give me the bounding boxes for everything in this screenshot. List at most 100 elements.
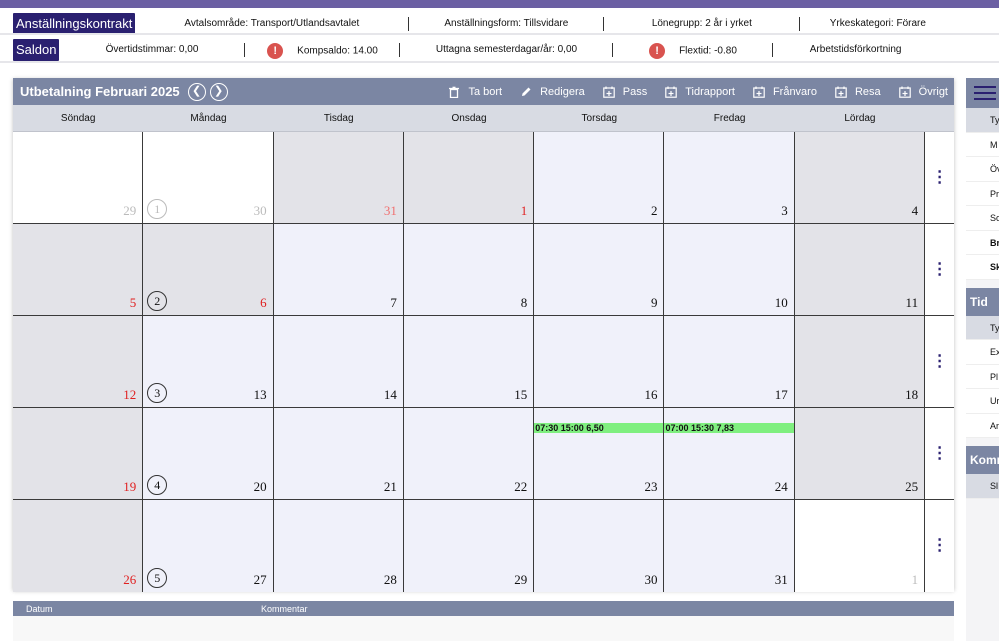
list-item[interactable]: Br — [966, 230, 999, 255]
day-number: 3 — [781, 203, 788, 218]
calendar-day-cell[interactable]: 14 — [273, 316, 404, 407]
calendar-day-cell[interactable]: 4 — [794, 132, 926, 223]
calendar-day-cell[interactable]: 30 — [534, 500, 665, 592]
calendar-day-cell[interactable]: 18 — [794, 316, 926, 407]
weekday-label: Torsdag — [581, 113, 618, 124]
calendar-plus-icon — [835, 86, 847, 98]
calendar-day-cell[interactable]: 21 — [273, 408, 404, 499]
balance-title[interactable]: Saldon — [13, 39, 60, 61]
day-number: 27 — [253, 572, 267, 587]
calendar-day-cell[interactable]: 29 — [13, 132, 144, 223]
weekday-label: Lördag — [844, 113, 876, 124]
add-absence-button[interactable]: Frånvaro — [753, 86, 817, 98]
warning-icon[interactable]: ! — [267, 43, 284, 59]
calendar-day-cell[interactable]: 07:30 15:00 6,50 23 — [534, 408, 665, 499]
time-list: Ty Ex Pl Ur Ar — [966, 315, 999, 438]
calendar-day-cell[interactable]: 1 — [403, 132, 535, 223]
more-vertical-icon[interactable]: ⋮ — [932, 353, 948, 370]
calendar-day-cell[interactable]: 16 — [534, 316, 665, 407]
day-number: 19 — [123, 479, 137, 494]
calendar-day-cell[interactable]: 7 — [273, 224, 404, 315]
list-item[interactable]: Öv — [966, 157, 999, 182]
add-other-button[interactable]: Övrigt — [898, 86, 948, 98]
list-item[interactable]: Pr — [966, 181, 999, 206]
calendar-day-cell[interactable]: 12 — [13, 316, 144, 407]
calendar-day-cell[interactable]: 19 — [13, 408, 144, 499]
week-row-menu-cell: ⋮ — [925, 224, 955, 315]
day-number: 16 — [644, 387, 658, 402]
day-number: 4 — [911, 203, 919, 218]
calendar-day-cell[interactable]: 4 20 — [143, 408, 274, 499]
calendar-day-cell[interactable]: 11 — [794, 224, 926, 315]
column-date[interactable]: Datum — [26, 604, 53, 614]
warning-icon[interactable]: ! — [649, 43, 666, 59]
calendar-day-cell[interactable]: 25 — [794, 408, 926, 499]
list-item[interactable]: Ar — [966, 413, 999, 438]
calendar-day-cell[interactable]: 15 — [403, 316, 535, 407]
contract-title[interactable]: Anställningskontrakt — [13, 13, 136, 35]
list-item[interactable]: Pl — [966, 364, 999, 389]
calendar-panel: Utbetalning Februari 2025 ❮ ❯ Ta bort Re… — [13, 78, 955, 592]
week-row-menu-cell: ⋮ — [925, 500, 955, 592]
more-vertical-icon[interactable]: ⋮ — [932, 169, 948, 186]
add-timereport-label: Tidrapport — [685, 85, 735, 98]
day-number: 25 — [905, 479, 919, 494]
calendar-day-cell[interactable]: 31 — [664, 500, 795, 592]
calendar-day-cell[interactable]: 10 — [664, 224, 795, 315]
weekday-header: Söndag Måndag Tisdag Onsdag Torsdag Fred… — [13, 105, 954, 132]
list-item[interactable]: Ur — [966, 389, 999, 414]
calendar-day-cell[interactable]: 29 — [403, 500, 535, 592]
chevron-right-icon[interactable]: ❯ — [209, 82, 228, 101]
week-row-menu-cell: ⋮ — [925, 408, 955, 499]
calendar-day-cell[interactable]: 07:00 15:30 7,83 24 — [664, 408, 795, 499]
chevron-left-icon[interactable]: ❮ — [187, 82, 206, 101]
calendar-day-cell[interactable]: 8 — [403, 224, 535, 315]
calendar-day-cell[interactable]: 5 27 — [143, 500, 274, 592]
calendar-day-cell[interactable]: 1 — [794, 500, 926, 592]
calendar-day-cell[interactable]: 22 — [403, 408, 535, 499]
add-absence-label: Frånvaro — [772, 85, 817, 98]
calendar-week-row: 12 3 13 14 15 16 17 18 ⋮ — [13, 316, 955, 408]
more-vertical-icon[interactable]: ⋮ — [932, 538, 948, 554]
shift-entry[interactable]: 07:30 15:00 6,50 — [534, 423, 664, 433]
calendar-day-cell[interactable]: 5 — [13, 224, 144, 315]
calendar-day-cell[interactable]: 9 — [534, 224, 665, 315]
week-number-badge: 1 — [147, 199, 168, 219]
add-trip-button[interactable]: Resa — [835, 86, 881, 98]
list-item[interactable]: M — [966, 132, 999, 157]
comment-table: Datum Kommentar — [13, 601, 954, 641]
edit-button[interactable]: Redigera — [520, 86, 585, 98]
calendar-day-cell[interactable]: 26 — [143, 224, 274, 315]
day-number: 21 — [383, 479, 397, 494]
menu-button[interactable] — [966, 78, 999, 108]
calendar-day-cell[interactable]: 17 — [664, 316, 795, 407]
day-number: 30 — [253, 203, 267, 218]
more-vertical-icon[interactable]: ⋮ — [932, 445, 948, 462]
day-number: 10 — [774, 295, 788, 310]
column-comment[interactable]: Kommentar — [261, 604, 308, 614]
list-item[interactable]: Ex — [966, 340, 999, 365]
day-number: 14 — [383, 387, 397, 402]
calendar-day-cell[interactable]: 2 — [534, 132, 665, 223]
list-item[interactable]: Sk — [966, 255, 999, 280]
week-number-badge: 2 — [147, 291, 168, 311]
calendar-plus-icon — [898, 86, 911, 98]
calendar-day-cell[interactable]: 31 — [273, 132, 404, 223]
day-number: 18 — [905, 387, 919, 402]
calendar-day-cell[interactable]: 28 — [273, 500, 404, 592]
more-vertical-icon[interactable]: ⋮ — [932, 261, 948, 278]
calendar-day-cell[interactable]: 3 — [664, 132, 795, 223]
delete-label: Ta bort — [468, 85, 503, 98]
week-number-badge: 4 — [147, 475, 168, 495]
calendar-day-cell[interactable]: 1 30 — [143, 132, 274, 223]
add-shift-button[interactable]: Pass — [602, 86, 647, 98]
list-item[interactable]: So — [966, 206, 999, 231]
day-number: 12 — [123, 387, 137, 402]
add-timereport-button[interactable]: Tidrapport — [665, 86, 735, 98]
list-header: Sl — [966, 474, 999, 499]
delete-button[interactable]: Ta bort — [448, 86, 502, 98]
right-side-panel: TyMÖvPrSoBrSk Tid TyExPlUrAr Komm Sl — [966, 78, 999, 641]
calendar-day-cell[interactable]: 3 13 — [143, 316, 274, 407]
shift-entry[interactable]: 07:00 15:30 7,83 — [664, 423, 794, 433]
calendar-day-cell[interactable]: 26 — [13, 500, 144, 592]
